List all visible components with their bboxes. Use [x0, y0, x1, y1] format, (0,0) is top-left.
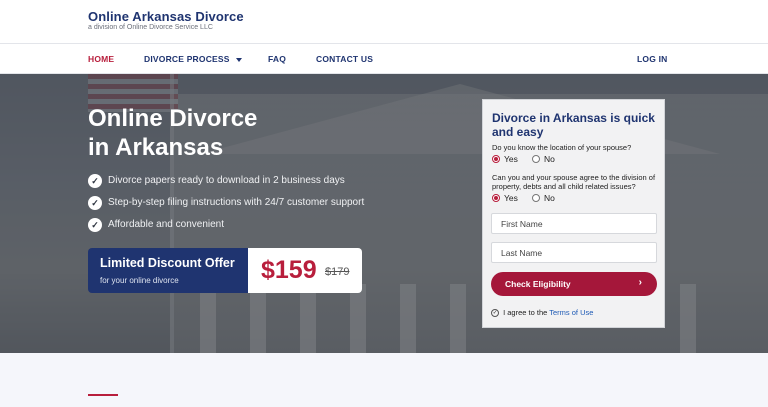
section-accent-rule — [88, 394, 118, 396]
hero-bullet-text: Step-by-step filing instructions with 24… — [108, 197, 365, 208]
radio-dot — [532, 155, 540, 163]
check-circle-icon: ✓ — [88, 196, 102, 210]
offer-old-price: $179 — [325, 266, 350, 278]
nav-item-contact-us[interactable]: CONTACT US — [316, 54, 373, 64]
radio-label: No — [544, 193, 555, 203]
site-logo-subtitle: a division of Online Divorce Service LLC — [88, 24, 213, 31]
radio-dot — [492, 155, 500, 163]
nav-item-home[interactable]: HOME — [88, 54, 114, 64]
nav-item-divorce-process[interactable]: DIVORCE PROCESS — [144, 54, 242, 64]
discount-offer-banner: Limited Discount Offer for your online d… — [88, 248, 362, 293]
hero-title: Online Divorce in Arkansas — [88, 104, 257, 162]
first-name-field[interactable] — [491, 213, 657, 234]
main-nav: HOME DIVORCE PROCESS FAQ CONTACT US LOG … — [0, 44, 768, 74]
site-logo-title[interactable]: Online Arkansas Divorce — [88, 9, 244, 24]
offer-label-panel: Limited Discount Offer for your online d… — [88, 248, 248, 293]
check-circle-icon: ✓ — [88, 218, 102, 232]
chevron-right-icon: › — [638, 277, 642, 288]
radio-dot — [492, 194, 500, 202]
last-name-field[interactable] — [491, 242, 657, 263]
last-name-input[interactable] — [492, 243, 656, 262]
caret-down-icon — [235, 57, 242, 62]
radio-dot — [532, 194, 540, 202]
hero-title-line2: in Arkansas — [88, 134, 224, 161]
terms-of-use-link[interactable]: Terms of Use — [549, 308, 593, 317]
terms-agreement[interactable]: ✓ I agree to the Terms of Use — [491, 308, 593, 318]
site-header: Online Arkansas Divorce a division of On… — [0, 0, 768, 44]
form-title: Divorce in Arkansas is quick and easy — [492, 111, 655, 139]
nav-item-divorce-process-label: DIVORCE PROCESS — [144, 54, 230, 64]
eligibility-form: Divorce in Arkansas is quick and easy Do… — [482, 99, 665, 328]
radio-label: No — [544, 154, 555, 164]
radio-label: Yes — [504, 154, 518, 164]
terms-prefix: I agree to the — [503, 308, 548, 317]
check-eligibility-label: Check Eligibility — [505, 279, 571, 289]
offer-price: $159 — [261, 256, 317, 284]
check-circle-outline-icon: ✓ — [491, 309, 499, 318]
offer-subtitle: for your online divorce — [100, 276, 179, 285]
hero-bullet-text: Affordable and convenient — [108, 219, 225, 230]
check-eligibility-button[interactable]: Check Eligibility › — [491, 272, 657, 296]
login-link[interactable]: LOG IN — [637, 54, 667, 64]
first-name-input[interactable] — [492, 214, 656, 233]
next-section — [0, 353, 768, 407]
check-circle-icon: ✓ — [88, 174, 102, 188]
nav-item-faq[interactable]: FAQ — [268, 54, 286, 64]
hero-bullet-text: Divorce papers ready to download in 2 bu… — [108, 175, 345, 186]
hero-title-line1: Online Divorce — [88, 105, 258, 132]
offer-title: Limited Discount Offer — [100, 256, 235, 270]
radio-label: Yes — [504, 193, 518, 203]
offer-price-panel: $159 $179 — [248, 248, 362, 293]
question-agreement: Can you and your spouse agree to the div… — [492, 173, 656, 191]
question-spouse-location: Do you know the location of your spouse? — [492, 143, 632, 152]
